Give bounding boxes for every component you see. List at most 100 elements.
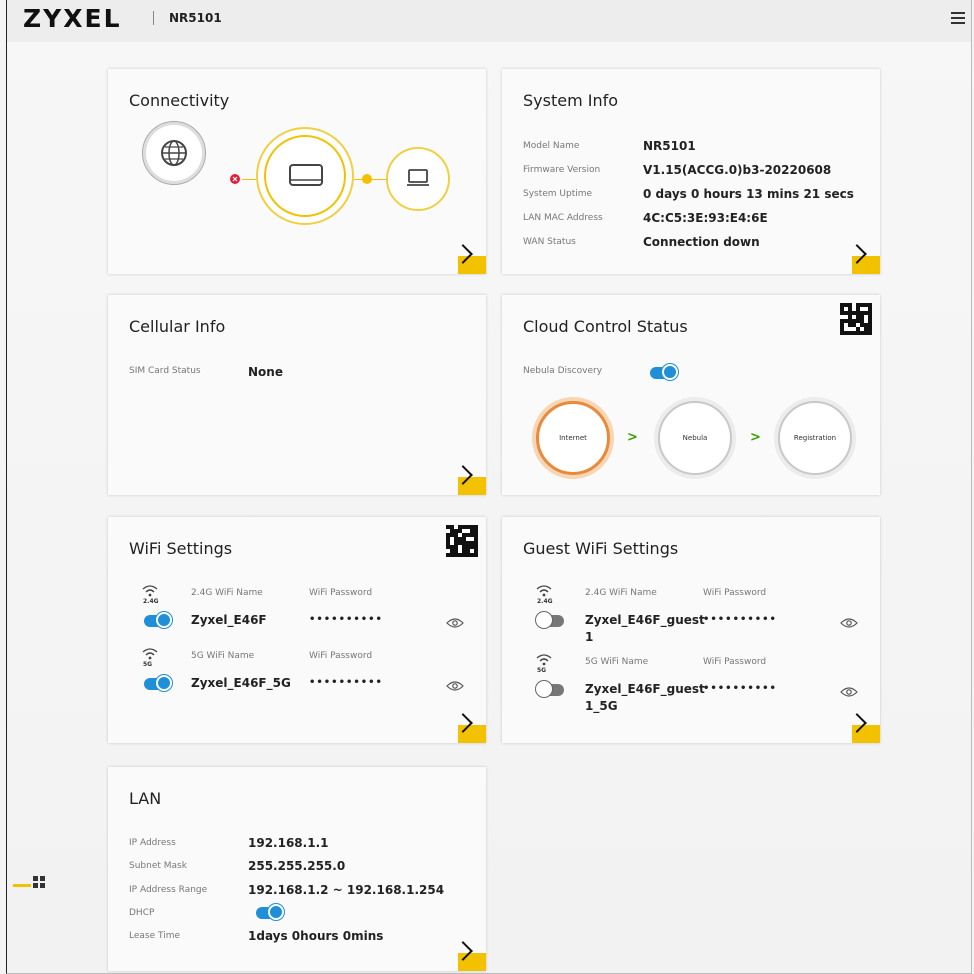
- lan-more-button[interactable]: [453, 941, 486, 971]
- chevron-right-icon: [453, 941, 473, 961]
- ip-address-value: 192.168.1.1: [248, 836, 329, 850]
- subnet-mask-value: 255.255.255.0: [248, 859, 346, 873]
- router-icon: [289, 164, 323, 186]
- lease-time-label: Lease Time: [129, 931, 181, 941]
- guest-wifi-more-button[interactable]: [847, 713, 880, 743]
- guest-5g-name-label: 5G WiFi Name: [585, 657, 649, 667]
- globe-icon: [161, 140, 187, 166]
- guest-wifi-card: Guest WiFi Settings 2.4G 2.4G WiFi Name …: [502, 517, 880, 743]
- system-info-more-button[interactable]: [847, 244, 880, 274]
- show-password-eye-icon[interactable]: [840, 687, 858, 697]
- guest-5g-name: Zyxel_E46F_guest: [585, 682, 705, 696]
- wifi-5g-name-label: 5G WiFi Name: [191, 651, 255, 661]
- wifi-band-label: 5G: [537, 667, 547, 674]
- nebula-step: Nebula: [658, 401, 732, 475]
- cloud-control-card: Cloud Control Status Nebula Discovery In…: [502, 295, 880, 495]
- wifi-24g-password: ••••••••••: [309, 614, 383, 625]
- firmware-value: V1.15(ACCG.0)b3-20220608: [643, 163, 832, 177]
- guest-5g-password-label: WiFi Password: [703, 657, 767, 667]
- internet-step-label: Internet: [559, 434, 587, 442]
- connectivity-card: Connectivity: [108, 69, 486, 274]
- cellular-info-card: Cellular Info SIM Card Status None: [108, 295, 486, 495]
- guest-5g-name-cont: 1_5G: [585, 699, 618, 713]
- nebula-discovery-toggle[interactable]: [650, 364, 678, 380]
- wifi-24g-toggle[interactable]: [144, 612, 172, 628]
- step-arrow: >: [627, 430, 638, 445]
- dashboard-layout-button[interactable]: [13, 876, 47, 890]
- wifi-24g-name-label: 2.4G WiFi Name: [191, 588, 263, 598]
- uptime-value: 0 days 0 hours 13 mins 21 secs: [643, 187, 854, 201]
- wifi-band-label: 2.4G: [537, 598, 553, 605]
- card-title: System Info: [523, 91, 619, 110]
- wifi-24g-icon: 2.4G: [141, 583, 159, 605]
- wifi-5g-toggle[interactable]: [144, 675, 172, 691]
- model-label: NR5101: [169, 11, 222, 25]
- dhcp-label: DHCP: [129, 908, 155, 918]
- card-title: Connectivity: [129, 91, 230, 110]
- link-line: [242, 179, 256, 180]
- ip-address-label: IP Address: [129, 838, 176, 848]
- sim-status-label: SIM Card Status: [129, 366, 201, 376]
- nebula-discovery-label: Nebula Discovery: [523, 366, 603, 376]
- system-info-card: System Info Model Name NR5101 Firmware V…: [502, 69, 880, 274]
- wan-status-value: Connection down: [643, 235, 760, 249]
- wan-status-label: WAN Status: [523, 237, 576, 247]
- model-name-label: Model Name: [523, 141, 580, 151]
- guest-24g-password-label: WiFi Password: [703, 588, 767, 598]
- nebula-step-label: Nebula: [682, 434, 708, 442]
- qr-code-icon[interactable]: [840, 303, 872, 335]
- wifi-5g-password: ••••••••••: [309, 677, 383, 688]
- chevron-right-icon: [847, 244, 867, 264]
- top-bar: ZYXEL NR5101: [7, 0, 971, 42]
- uptime-label: System Uptime: [523, 189, 593, 199]
- show-password-eye-icon[interactable]: [840, 618, 858, 628]
- guest-24g-toggle[interactable]: [536, 612, 564, 628]
- wifi-settings-card: WiFi Settings 2.4G 2.4G WiFi Name WiFi P…: [108, 517, 486, 743]
- dhcp-toggle[interactable]: [256, 904, 284, 920]
- chevron-right-icon: [847, 713, 867, 733]
- logo-divider: [153, 11, 154, 25]
- registration-step: Registration: [778, 401, 852, 475]
- wifi-5g-icon: 5G: [141, 646, 159, 668]
- registration-step-label: Registration: [793, 434, 837, 442]
- lan-mac-label: LAN MAC Address: [523, 213, 603, 223]
- guest-5g-toggle[interactable]: [536, 681, 564, 697]
- model-name-value: NR5101: [643, 139, 696, 153]
- ip-range-value: 192.168.1.2 ~ 192.168.1.254: [248, 883, 445, 897]
- error-x-icon: [232, 176, 238, 182]
- step-arrow: >: [750, 430, 761, 445]
- show-password-eye-icon[interactable]: [446, 618, 464, 628]
- wifi-24g-icon: 2.4G: [535, 583, 553, 605]
- wifi-band-label: 2.4G: [143, 598, 159, 605]
- cellular-more-button[interactable]: [453, 465, 486, 495]
- laptop-icon: [407, 169, 429, 186]
- internet-step: Internet: [536, 401, 610, 475]
- app-frame: ZYXEL NR5101 Connectivity System Info Mo…: [6, 0, 972, 974]
- wifi-24g-password-label: WiFi Password: [309, 588, 373, 598]
- wifi-more-button[interactable]: [453, 713, 486, 743]
- show-password-eye-icon[interactable]: [446, 681, 464, 691]
- wifi-qr-code-icon[interactable]: [446, 525, 478, 557]
- card-title: LAN: [129, 789, 162, 808]
- connectivity-more-button[interactable]: [453, 244, 486, 274]
- hamburger-menu-icon[interactable]: [951, 12, 965, 24]
- card-title: Cloud Control Status: [523, 317, 688, 336]
- subnet-mask-label: Subnet Mask: [129, 861, 187, 871]
- ok-status-dot: [362, 174, 372, 184]
- firmware-label: Firmware Version: [523, 165, 601, 175]
- wifi-24g-name: Zyxel_E46F: [191, 613, 267, 627]
- chevron-right-icon: [453, 244, 473, 264]
- wifi-band-label: 5G: [143, 661, 153, 668]
- chevron-right-icon: [453, 713, 473, 733]
- lease-time-value: 1days 0hours 0mins: [248, 929, 384, 943]
- guest-5g-password: ••••••••••: [703, 683, 777, 694]
- lan-mac-value: 4C:C5:3E:93:E4:6E: [643, 211, 768, 225]
- brand-logo: ZYXEL: [23, 4, 122, 33]
- wifi-5g-password-label: WiFi Password: [309, 651, 373, 661]
- lan-card: LAN IP Address 192.168.1.1 Subnet Mask 2…: [108, 767, 486, 971]
- wifi-5g-icon: 5G: [535, 652, 553, 674]
- guest-24g-password: ••••••••••: [703, 614, 777, 625]
- ip-range-label: IP Address Range: [129, 885, 208, 895]
- guest-24g-name-label: 2.4G WiFi Name: [585, 588, 657, 598]
- sim-status-value: None: [248, 365, 283, 379]
